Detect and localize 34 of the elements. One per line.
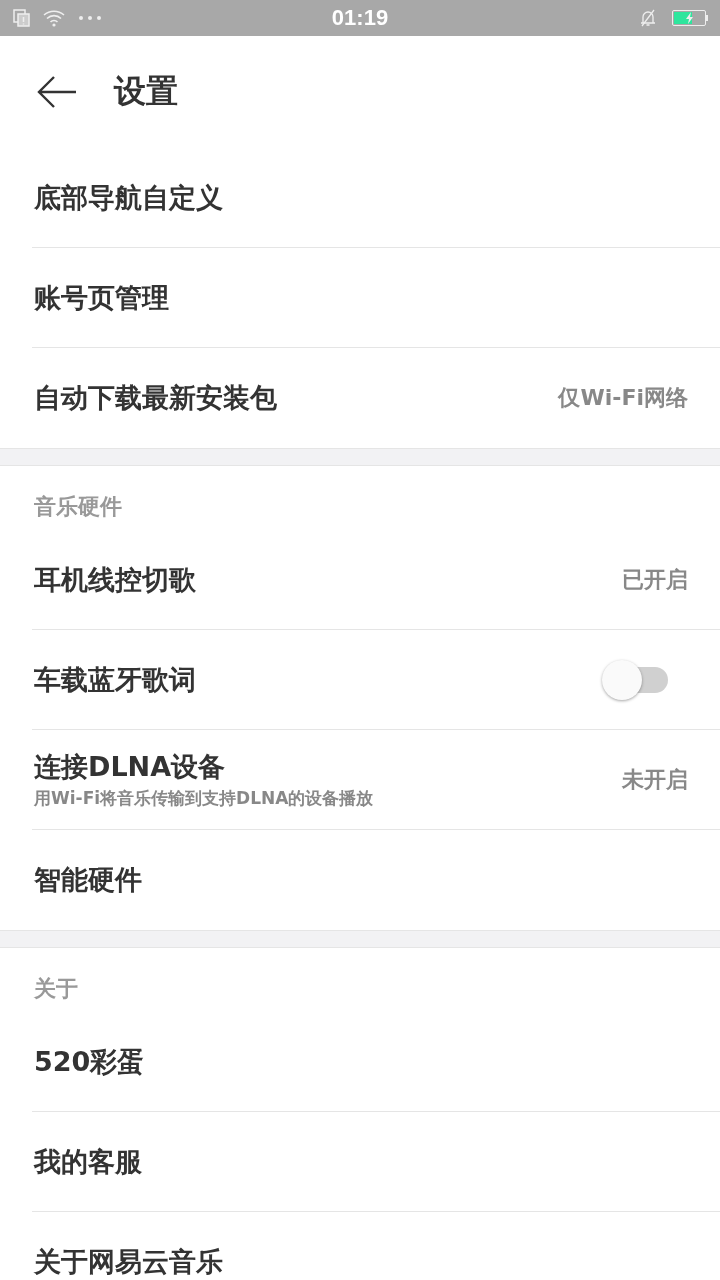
settings-row[interactable]: 车载蓝牙歌词 — [32, 630, 720, 730]
bell-off-icon — [638, 8, 658, 28]
settings-row[interactable]: 关于网易云音乐 — [32, 1212, 720, 1280]
section-title: 音乐硬件 — [33, 493, 122, 521]
back-arrow-icon[interactable] — [36, 75, 78, 109]
more-icon — [78, 15, 102, 21]
settings-row[interactable]: 我的客服 — [32, 1112, 720, 1212]
battery-icon — [672, 10, 706, 26]
toggle-switch[interactable] — [602, 659, 668, 700]
row-label: 关于网易云音乐 — [34, 1245, 223, 1279]
row-label: 520彩蛋 — [34, 1044, 145, 1079]
row-label: 智能硬件 — [34, 863, 142, 897]
row-value: 仅Wi-Fi网络 — [558, 384, 688, 412]
settings-row[interactable]: 耳机线控切歌 已开启 — [32, 530, 720, 630]
row-label: 底部导航自定义 — [34, 180, 223, 215]
settings-row[interactable]: 连接DLNA设备 用Wi-Fi将音乐传输到支持DLNA的设备播放 未开启 — [32, 730, 720, 830]
row-value: 未开启 — [622, 765, 688, 794]
status-time: 01:19 — [331, 5, 389, 31]
row-label: 车载蓝牙歌词 — [34, 662, 196, 697]
settings-row[interactable]: 底部导航自定义 — [32, 148, 720, 248]
row-value: 已开启 — [622, 565, 688, 594]
settings-row[interactable]: 智能硬件 — [32, 830, 720, 930]
section-title: 关于 — [33, 975, 78, 1003]
page-title: 设置 — [114, 71, 178, 112]
row-label: 耳机线控切歌 — [34, 562, 196, 597]
row-label: 账号页管理 — [34, 280, 169, 315]
row-label: 连接DLNA设备 — [34, 750, 227, 784]
row-label: 我的客服 — [34, 1144, 142, 1179]
settings-row[interactable]: 520彩蛋 — [32, 1012, 720, 1112]
notification-icon — [12, 8, 32, 28]
row-label: 自动下载最新安装包 — [34, 381, 277, 415]
settings-row[interactable]: 自动下载最新安装包 仅Wi-Fi网络 — [32, 348, 720, 448]
row-subtitle: 用Wi-Fi将音乐传输到支持DLNA的设备播放 — [34, 787, 374, 810]
settings-row[interactable]: 账号页管理 — [32, 248, 720, 348]
